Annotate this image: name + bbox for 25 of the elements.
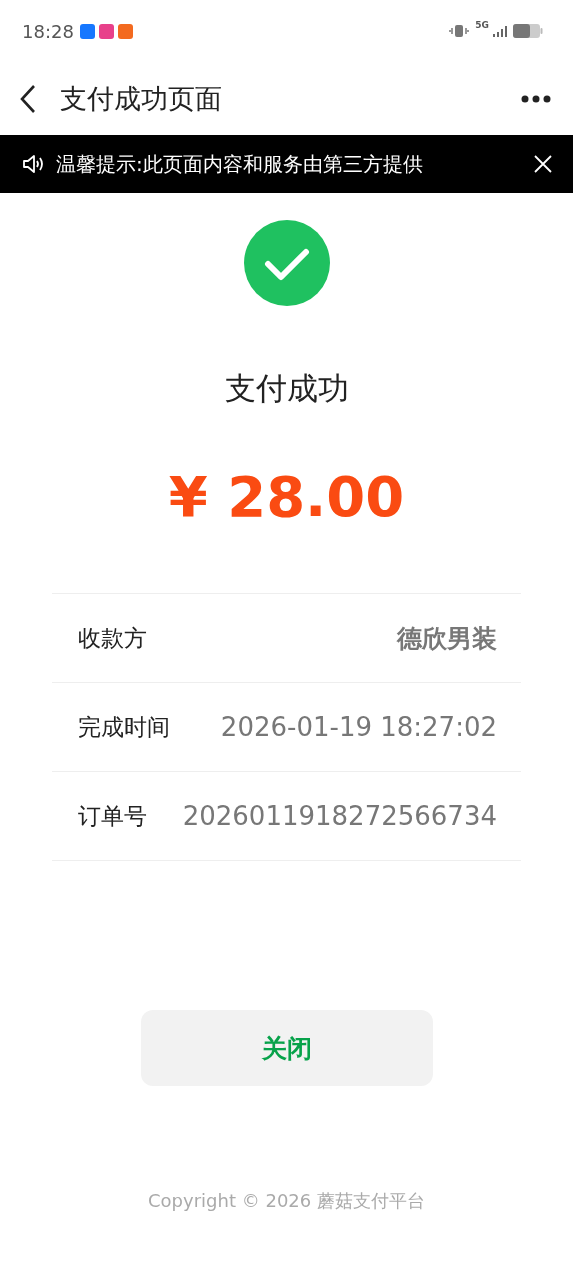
detail-label: 完成时间 [78, 712, 170, 742]
back-icon[interactable] [20, 83, 36, 114]
detail-label: 收款方 [78, 623, 147, 653]
speaker-icon [22, 154, 46, 174]
network-label: 5G [475, 20, 489, 30]
page-title: 支付成功页面 [60, 81, 222, 116]
detail-value: 德欣男装 [397, 622, 497, 655]
detail-label: 订单号 [78, 801, 147, 831]
notice-text: 温馨提示:此页面内容和服务由第三方提供 [56, 150, 423, 178]
more-icon[interactable] [521, 93, 551, 104]
battery-icon [513, 24, 543, 38]
close-icon[interactable] [534, 155, 552, 173]
success-check-icon [243, 220, 330, 306]
app-notification-icon [117, 23, 133, 39]
copyright-text: Copyright © 2026 蘑菇支付平台 [148, 1189, 425, 1213]
payment-amount: ¥ 28.00 [168, 466, 405, 528]
detail-value: 2026011918272566734 [182, 801, 497, 831]
close-button[interactable]: 关闭 [140, 1010, 433, 1086]
result-title: 支付成功 [224, 369, 349, 408]
status-time: 18:28 [22, 20, 74, 42]
vibrate-icon [449, 24, 470, 38]
app-notification-icon [98, 23, 114, 39]
app-notification-icon [79, 23, 95, 39]
signal-icon [493, 25, 509, 37]
detail-value: 2026-01-19 18:27:02 [220, 712, 497, 742]
